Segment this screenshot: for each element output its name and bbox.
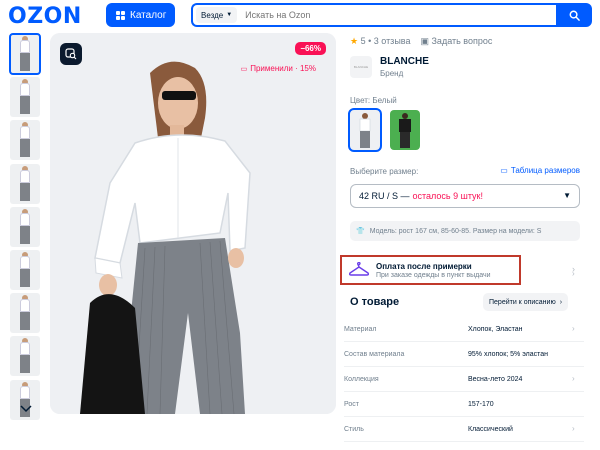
rating[interactable]: ★ 5 • 3 отзыва: [350, 36, 410, 47]
rating-row: ★ 5 • 3 отзыва ▣ Задать вопрос: [350, 36, 590, 47]
attribute-key: Состав материала: [344, 350, 405, 358]
discount-badge: −66%: [295, 42, 326, 55]
attribute-row: Стиль Классический: [344, 417, 584, 442]
stock-note: осталось 9 штук!: [412, 191, 483, 201]
model-illustration: [50, 33, 336, 414]
thumbnail[interactable]: [9, 33, 41, 75]
ozon-logo[interactable]: OZON: [8, 4, 82, 29]
hanger-icon: [348, 262, 370, 276]
thumbnail[interactable]: [10, 120, 40, 161]
color-swatch-black[interactable]: [390, 110, 420, 150]
search-input[interactable]: [245, 10, 506, 20]
size-table-link[interactable]: ▭ Таблица размеров: [500, 166, 580, 175]
applied-discount-label: Применили · 15%: [250, 64, 316, 73]
ask-question-link[interactable]: ▣ Задать вопрос: [420, 36, 492, 47]
attribute-value: Хлопок, Эластан: [468, 325, 523, 333]
applied-discount: ▭ Применили · 15%: [241, 64, 316, 73]
zoom-button[interactable]: [60, 43, 82, 65]
zoom-icon: [65, 48, 77, 60]
attribute-row: Рост 157-170: [344, 392, 584, 417]
chevron-right-icon: ›: [572, 324, 575, 333]
thumbnail-list: [9, 33, 41, 423]
chat-icon: ▣: [420, 36, 429, 46]
attribute-value: 95% хлопок; 5% эластан: [468, 350, 548, 358]
catalog-label: Каталог: [130, 9, 167, 21]
product-info: ★ 5 • 3 отзыва ▣ Задать вопрос BLANCHE B…: [340, 36, 590, 442]
color-label: Цвет: Белый: [350, 96, 397, 105]
chevron-down-icon[interactable]: [20, 402, 32, 416]
attribute-row: Коллекция Весна-лето 2024: [344, 367, 584, 392]
description-button-label: Перейти к описанию: [489, 298, 556, 306]
attribute-key: Материал: [344, 325, 377, 333]
hanger-shirt-icon: 👕: [356, 228, 365, 235]
attribute-row: Состав материала 95% хлопок; 5% эластан: [344, 342, 584, 367]
model-info: 👕 Модель: рост 167 см, 85-60-85. Размер …: [350, 221, 580, 241]
size-value: 42 RU / S —: [359, 191, 410, 201]
chevron-right-icon: ›: [559, 298, 563, 306]
thumbnail[interactable]: [10, 77, 40, 118]
ask-question-label: Задать вопрос: [431, 36, 493, 46]
star-icon: ★: [350, 36, 359, 46]
grid-icon: [116, 10, 125, 20]
chevron-down-icon: ▼: [563, 191, 571, 200]
ruler-icon: ▭: [500, 166, 508, 175]
size-select[interactable]: 42 RU / S — осталось 9 штук! ▼: [350, 184, 580, 208]
model-info-text: Модель: рост 167 см, 85-60-85. Размер на…: [369, 227, 542, 235]
catalog-button[interactable]: Каталог: [106, 3, 175, 27]
attribute-row: Материал Хлопок, Эластан: [344, 317, 584, 342]
search-bar: Везде ▼: [191, 3, 556, 27]
brand-subtitle: Бренд: [380, 69, 404, 78]
attribute-value: Весна-лето 2024: [468, 375, 523, 383]
size-table-label: Таблица размеров: [510, 166, 580, 175]
brand-block[interactable]: BLANCHE BLANCHE Бренд: [350, 56, 429, 78]
attribute-key: Рост: [344, 400, 359, 408]
go-to-description-button[interactable]: Перейти к описанию ›: [483, 293, 569, 311]
chevron-down-icon: ▼: [226, 12, 233, 18]
product-photo[interactable]: −66% ▭ Применили · 15%: [50, 33, 336, 414]
chevron-right-icon: ›: [572, 424, 575, 433]
attribute-key: Стиль: [344, 425, 364, 433]
tag-icon: ▭: [240, 65, 248, 73]
thumbnail[interactable]: [10, 206, 40, 247]
chevron-right-icon: ›: [572, 374, 575, 383]
thumbnail[interactable]: [10, 163, 40, 204]
size-label: Выберите размер:: [350, 167, 419, 176]
attribute-key: Коллекция: [344, 375, 379, 383]
thumbnail[interactable]: [10, 336, 40, 377]
search-button[interactable]: [556, 3, 592, 27]
search-scope-select[interactable]: Везде ▼: [196, 7, 238, 23]
pay-after-fitting[interactable]: Оплата после примерки При заказе одежды …: [340, 255, 521, 285]
search-icon: [569, 10, 580, 21]
attribute-value: 157-170: [468, 400, 494, 408]
pay-title: Оплата после примерки: [376, 261, 472, 271]
pay-subtitle: При заказе одежды в пункт выдачи: [376, 271, 491, 279]
color-swatch-white[interactable]: [348, 108, 382, 152]
search-scope-label: Везде: [201, 10, 224, 20]
header: OZON Каталог Везде ▼: [0, 0, 600, 32]
attributes-list: Материал Хлопок, Эластан Состав материала 9…: [344, 317, 584, 442]
attribute-value: Классический: [468, 425, 513, 433]
about-title: О товаре: [350, 296, 400, 308]
thumbnail[interactable]: [10, 249, 40, 290]
thumbnail[interactable]: [10, 293, 40, 334]
rating-text: 5 • 3 отзыва: [360, 36, 411, 46]
brand-logo: BLANCHE: [350, 56, 372, 78]
brand-name: BLANCHE: [380, 56, 429, 67]
chevron-right-icon: ›: [572, 269, 575, 278]
